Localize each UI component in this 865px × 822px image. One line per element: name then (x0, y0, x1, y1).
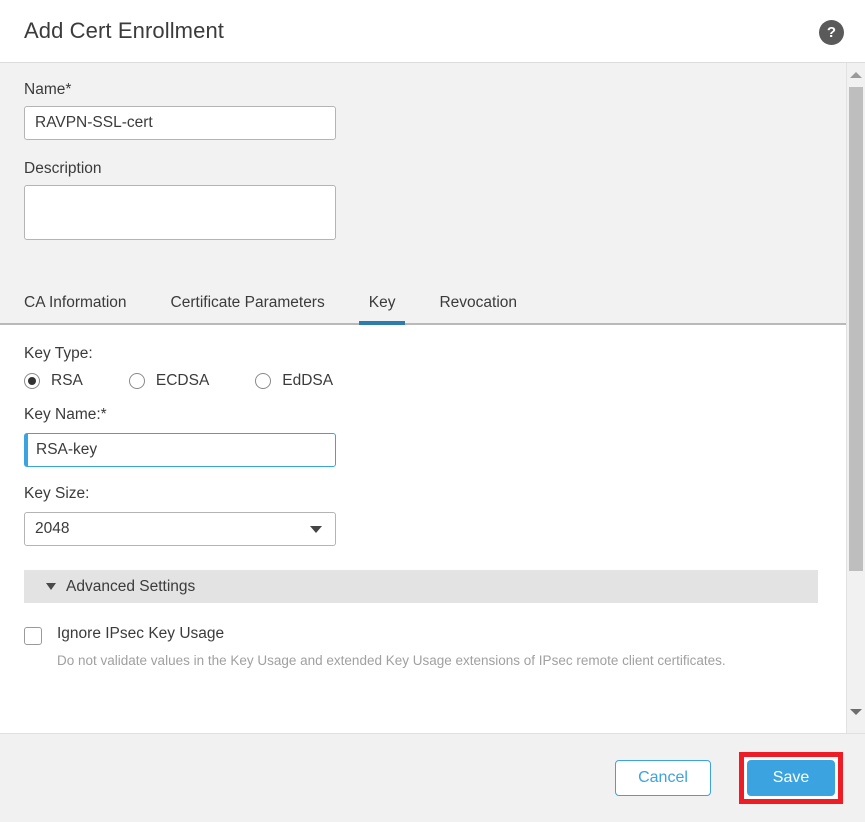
key-size-value: 2048 (35, 520, 70, 537)
key-name-input[interactable] (24, 433, 336, 467)
dialog-footer: Cancel Save (0, 733, 865, 822)
general-fields-section: Name* Description (0, 63, 846, 281)
scrollbar-thumb[interactable] (849, 87, 863, 571)
tab-key[interactable]: Key (347, 294, 418, 325)
vertical-scrollbar[interactable] (846, 63, 865, 733)
triangle-down-icon (46, 583, 56, 590)
scroll-down-arrow-icon[interactable] (847, 703, 865, 721)
radio-label: RSA (51, 372, 83, 389)
tab-ca-information[interactable]: CA Information (24, 294, 149, 323)
cancel-button[interactable]: Cancel (615, 760, 711, 796)
radio-mark-icon (24, 373, 40, 389)
ignore-ipsec-key-usage-texts: Ignore IPsec Key Usage Do not validate v… (57, 625, 726, 672)
name-input[interactable] (24, 106, 336, 140)
add-cert-enrollment-dialog: Add Cert Enrollment ? Name* Description … (0, 0, 865, 822)
name-label: Name* (24, 81, 72, 98)
dialog-header: Add Cert Enrollment ? (0, 0, 865, 63)
dialog-body-wrap: Name* Description CA Information Certifi… (0, 63, 865, 733)
save-button[interactable]: Save (747, 760, 835, 796)
chevron-down-icon[interactable] (310, 526, 322, 533)
radio-label: ECDSA (155, 372, 210, 389)
radio-key-type-rsa[interactable]: RSA (24, 372, 83, 390)
page-title: Add Cert Enrollment (24, 18, 224, 43)
radio-key-type-eddsa[interactable]: EdDSA (255, 372, 333, 390)
key-type-label: Key Type: (24, 345, 93, 362)
key-type-radio-group: RSA ECDSA EdDSA (24, 372, 822, 390)
ignore-ipsec-key-usage-checkbox[interactable] (24, 627, 42, 645)
radio-mark-icon (255, 373, 272, 389)
ignore-ipsec-key-usage-row: Ignore IPsec Key Usage Do not validate v… (24, 625, 822, 672)
key-size-select[interactable]: 2048 (24, 512, 336, 546)
description-label: Description (24, 160, 102, 177)
save-button-highlight: Save (739, 752, 843, 804)
radio-key-type-ecdsa[interactable]: ECDSA (128, 372, 210, 390)
key-name-label: Key Name:* (24, 406, 107, 423)
tab-certificate-parameters[interactable]: Certificate Parameters (149, 294, 347, 323)
ignore-ipsec-key-usage-description: Do not validate values in the Key Usage … (57, 653, 726, 668)
key-size-select-wrap: 2048 (24, 512, 336, 546)
description-input[interactable] (24, 185, 336, 240)
advanced-settings-label: Advanced Settings (66, 577, 196, 595)
radio-mark-icon (128, 373, 145, 389)
key-size-label: Key Size: (24, 485, 90, 502)
dialog-body: Name* Description CA Information Certifi… (0, 63, 846, 733)
ignore-ipsec-key-usage-label[interactable]: Ignore IPsec Key Usage (57, 625, 726, 643)
scroll-up-arrow-icon[interactable] (847, 66, 865, 84)
key-tab-panel: Key Type: RSA ECDSA EdDSA Key Name:* RSA… (0, 325, 846, 672)
help-icon-glyph: ? (826, 24, 837, 41)
help-circle-icon[interactable]: ? (819, 20, 844, 45)
advanced-settings-header[interactable]: Advanced Settings (24, 570, 818, 603)
radio-label: EdDSA (282, 372, 334, 389)
tab-revocation[interactable]: Revocation (417, 294, 539, 323)
tab-bar: CA Information Certificate Parameters Ke… (0, 281, 846, 325)
